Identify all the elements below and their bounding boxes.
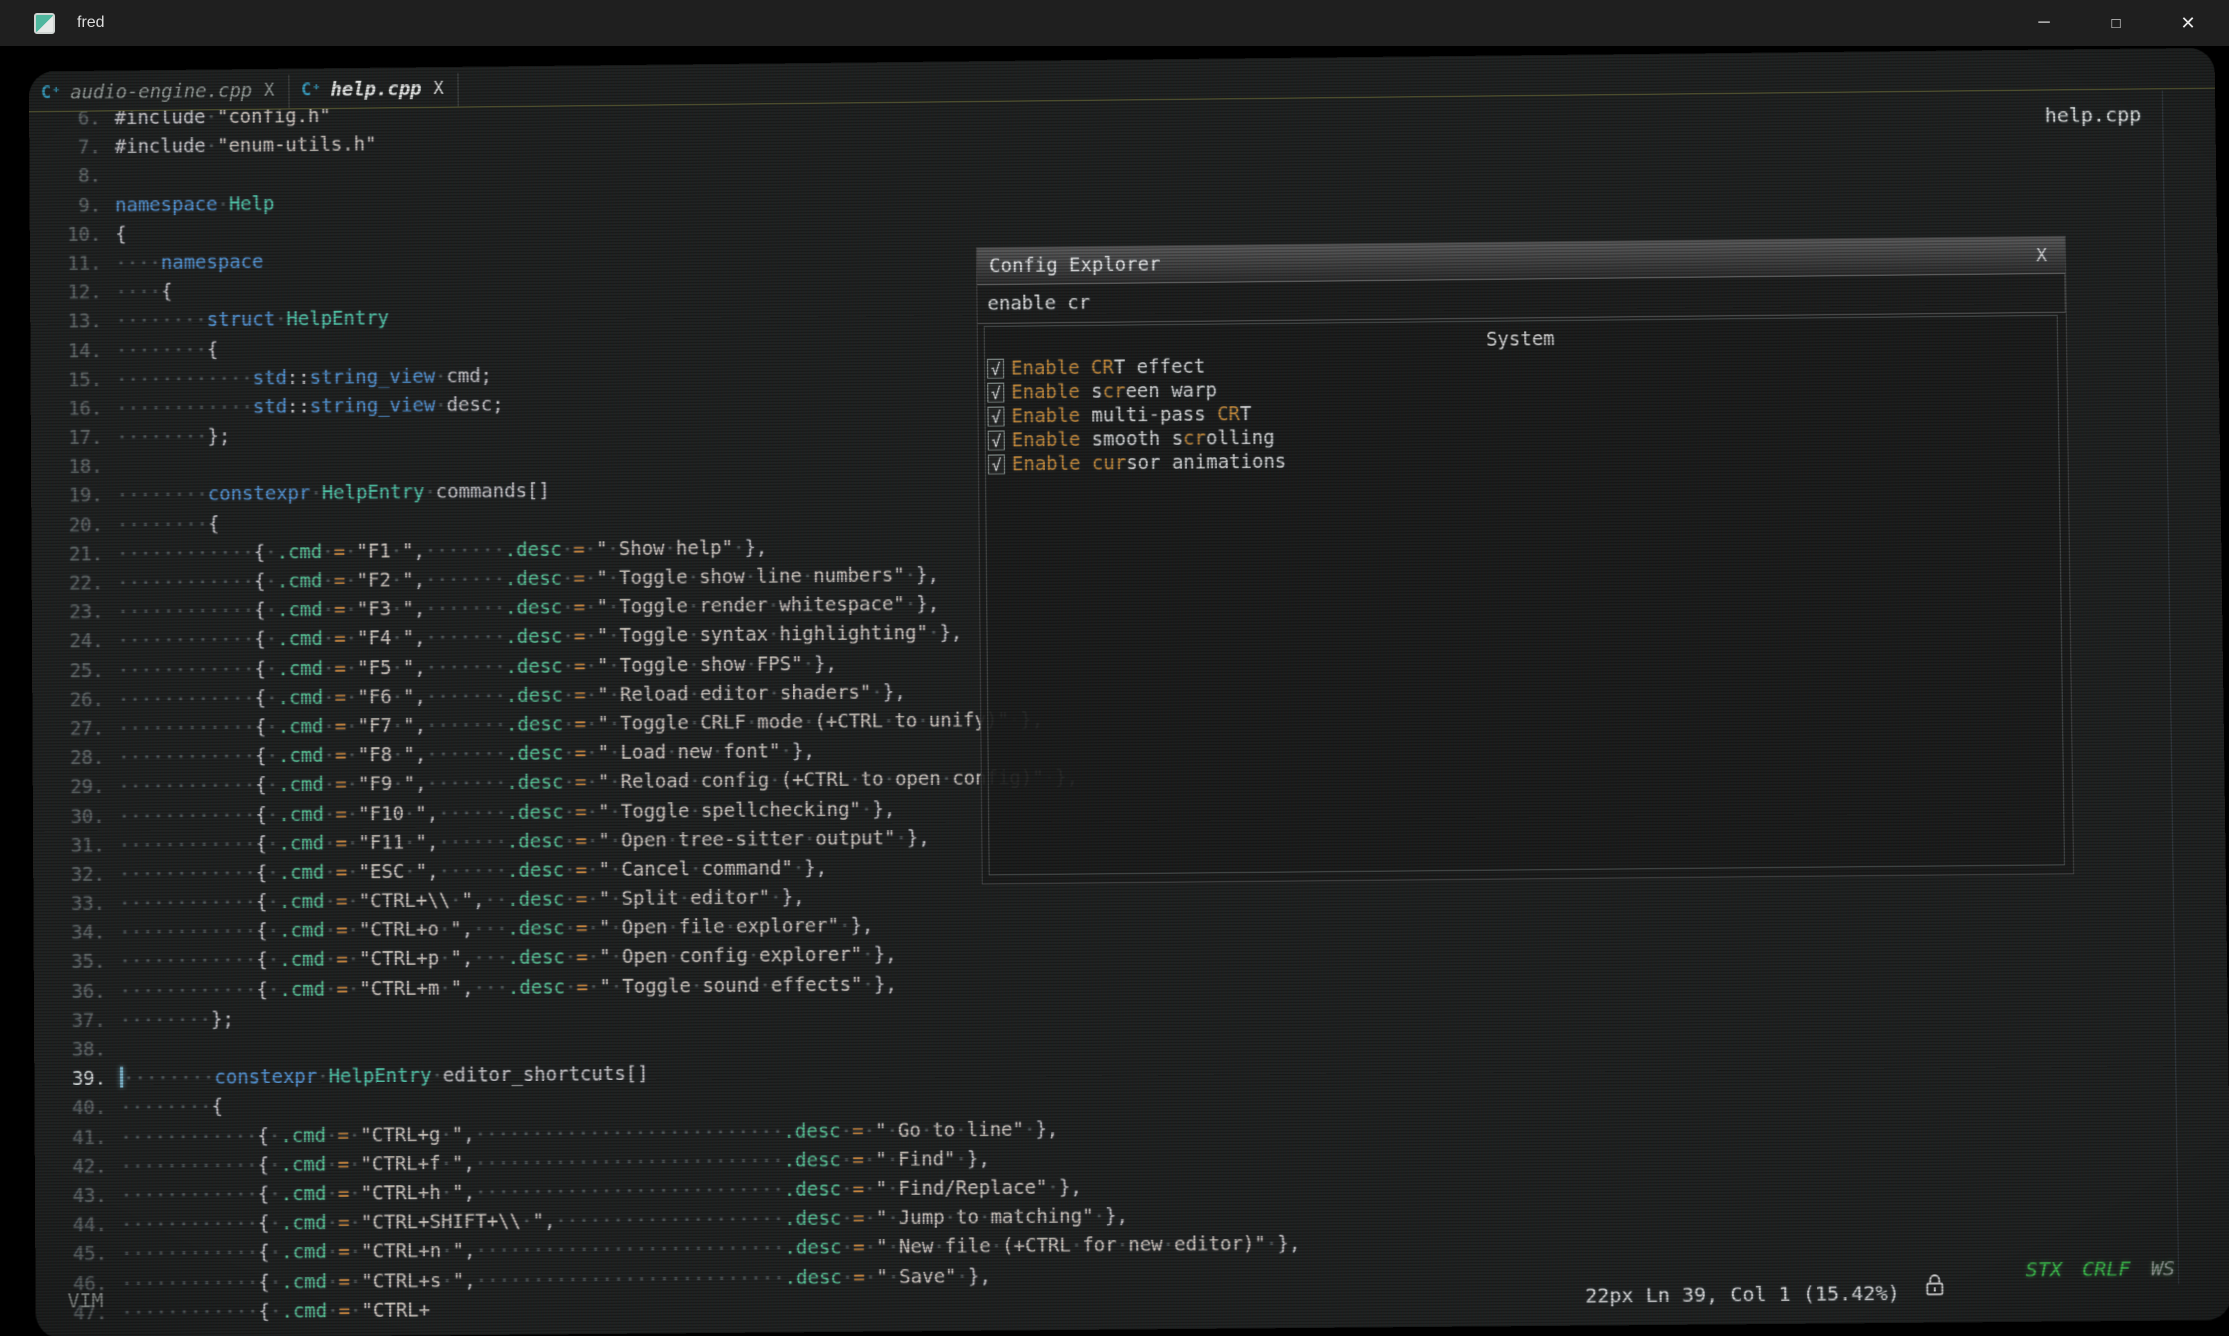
option-label: s — [1091, 381, 1103, 403]
option-label: T — [1240, 403, 1252, 425]
maximize-button[interactable]: □ — [2093, 15, 2139, 32]
option-label: multi-pass — [1091, 403, 1217, 426]
line-number: 14. — [40, 336, 116, 366]
line-number: 20. — [41, 511, 117, 541]
line-number: 26. — [42, 686, 118, 716]
line-number: 7. — [39, 133, 115, 163]
line-number: 19. — [41, 482, 117, 512]
line-number: 44. — [45, 1211, 121, 1241]
option-label-match: cur — [1092, 452, 1127, 474]
option-label: smooth s — [1092, 428, 1184, 451]
line-number: 12. — [40, 278, 116, 308]
line-number: 10. — [40, 220, 116, 250]
checkbox-checked-icon[interactable]: √ — [988, 454, 1005, 474]
line-number: 30. — [43, 802, 119, 832]
line-number: 28. — [42, 744, 118, 774]
window-title: fred — [77, 14, 105, 32]
status-flag-stx[interactable]: STX — [2026, 1257, 2063, 1281]
tab-label: help.cpp — [330, 78, 421, 101]
panel-close-icon[interactable]: X — [2030, 245, 2053, 266]
line-number: 33. — [43, 890, 119, 920]
checkbox-checked-icon[interactable]: √ — [988, 431, 1005, 451]
window-controls: ─ □ ✕ — [1995, 13, 2211, 34]
minimize-button[interactable]: ─ — [2021, 14, 2067, 32]
line-number: 32. — [43, 860, 119, 890]
crt-area: C⁺ audio-engine.cpp X C⁺ help.cpp X help… — [0, 46, 2229, 1336]
line-number: 29. — [43, 773, 119, 803]
line-number: 40. — [44, 1094, 120, 1124]
tab-label: audio-engine.cpp — [70, 80, 252, 104]
option-label: sor animations — [1126, 451, 1286, 475]
cpp-file-icon: C⁺ — [301, 80, 322, 100]
line-number: 16. — [41, 395, 117, 425]
config-search-value: enable cr — [987, 292, 1090, 315]
line-number: 43. — [45, 1182, 121, 1212]
line-number: 25. — [42, 656, 118, 686]
cpp-file-icon: C⁺ — [41, 83, 61, 103]
line-number: 22. — [42, 569, 118, 599]
option-label-match: cr — [1103, 380, 1126, 402]
tab-help-cpp[interactable]: C⁺ help.cpp X — [289, 73, 459, 109]
line-number: 21. — [41, 540, 117, 570]
line-number: 31. — [43, 831, 119, 861]
option-label-match: cr — [1183, 427, 1206, 449]
option-label-match: Enable — [1011, 381, 1091, 404]
close-button[interactable]: ✕ — [2165, 13, 2211, 34]
status-cursor-info: 22px Ln 39, Col 1 (15.42%) — [1585, 1281, 1900, 1308]
lock-icon[interactable] — [1924, 1273, 1946, 1301]
checkbox-checked-icon[interactable]: √ — [987, 407, 1004, 427]
tab-close-icon[interactable]: X — [264, 81, 274, 101]
line-number: 9. — [39, 191, 115, 221]
line-number: 27. — [42, 715, 118, 745]
option-label: een warp — [1125, 379, 1217, 402]
line-number: 38. — [44, 1036, 120, 1066]
config-options-box: System √Enable CRT effect√Enable screen … — [984, 315, 2065, 876]
editor-screen: C⁺ audio-engine.cpp X C⁺ help.cpp X help… — [29, 48, 2229, 1336]
tab-audio-engine-cpp[interactable]: C⁺ audio-engine.cpp X — [29, 75, 289, 112]
app-icon — [34, 13, 55, 34]
checkbox-checked-icon[interactable]: √ — [987, 359, 1004, 379]
window-titlebar: fred ─ □ ✕ — [0, 0, 2229, 46]
option-label: T effect — [1114, 356, 1206, 379]
line-number: 34. — [43, 919, 119, 949]
line-number: 23. — [42, 598, 118, 628]
line-number: 36. — [44, 977, 120, 1007]
line-number: 35. — [44, 948, 120, 978]
option-label-match: Enable — [1012, 453, 1092, 476]
option-label: olling — [1206, 427, 1275, 450]
config-explorer-title: Config Explorer — [989, 253, 1160, 277]
option-label-match: CR — [1217, 403, 1240, 425]
line-number: 37. — [44, 1006, 120, 1036]
line-number: 11. — [40, 249, 116, 279]
line-number: 39. — [44, 1065, 120, 1095]
line-number: 18. — [41, 453, 117, 483]
option-label-match: Enable — [1011, 405, 1091, 428]
line-number: 8. — [39, 162, 115, 192]
line-number: 42. — [45, 1152, 121, 1182]
line-number: 24. — [42, 627, 118, 657]
option-label-match: Enable — [1012, 429, 1092, 452]
line-number: 41. — [45, 1123, 121, 1153]
config-options-list: √Enable CRT effect√Enable screen warp√En… — [985, 346, 2059, 477]
line-number: 15. — [40, 366, 116, 396]
option-label-match: CR — [1091, 357, 1114, 379]
line-number: 13. — [40, 307, 116, 337]
status-flag-crlf[interactable]: CRLF — [2082, 1257, 2131, 1282]
filename-overlay: help.cpp — [2045, 102, 2142, 127]
checkbox-checked-icon[interactable]: √ — [987, 383, 1004, 403]
status-flag-ws[interactable]: WS — [2151, 1256, 2176, 1280]
line-number: 17. — [41, 424, 117, 454]
tab-close-icon[interactable]: X — [433, 79, 443, 99]
config-explorer-panel: Config Explorer X enable cr System √Enab… — [976, 236, 2074, 885]
status-flags: STX CRLF WS — [2005, 1256, 2175, 1282]
vim-mode-indicator: VIM — [67, 1288, 103, 1312]
line-number: 45. — [45, 1240, 121, 1270]
option-label-match: Enable — [1011, 357, 1091, 380]
